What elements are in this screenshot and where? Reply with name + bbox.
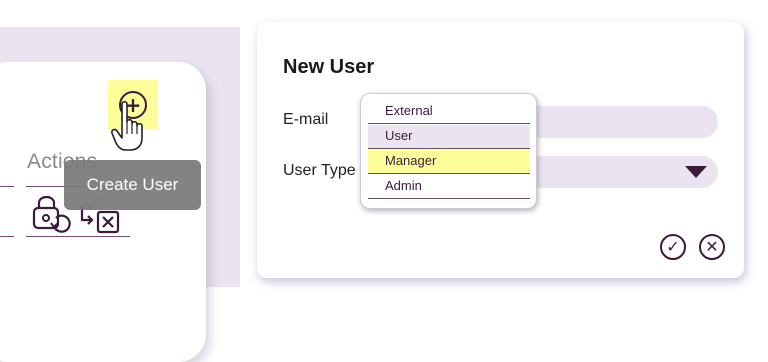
dropdown-option-external[interactable]: External xyxy=(368,100,530,124)
row-divider xyxy=(0,236,14,237)
column-divider xyxy=(0,186,14,187)
close-circle-icon[interactable]: ✕ xyxy=(699,234,725,260)
dropdown-arrow-icon[interactable] xyxy=(685,166,707,178)
user-type-dropdown: External User Manager Admin xyxy=(360,93,537,209)
hand-pointer-cursor xyxy=(111,100,143,151)
check-circle-icon[interactable]: ✓ xyxy=(660,234,686,260)
dropdown-option-admin[interactable]: Admin xyxy=(368,175,530,199)
dropdown-option-user[interactable]: User xyxy=(368,125,530,149)
email-field[interactable] xyxy=(521,106,718,138)
dialog-title: New User xyxy=(283,56,375,78)
email-label: E-mail xyxy=(283,111,329,128)
create-user-tooltip: Create User xyxy=(64,160,201,210)
actions-row-divider xyxy=(26,236,130,237)
dropdown-option-manager[interactable]: Manager xyxy=(368,150,530,174)
user-type-label: User Type xyxy=(283,162,356,179)
